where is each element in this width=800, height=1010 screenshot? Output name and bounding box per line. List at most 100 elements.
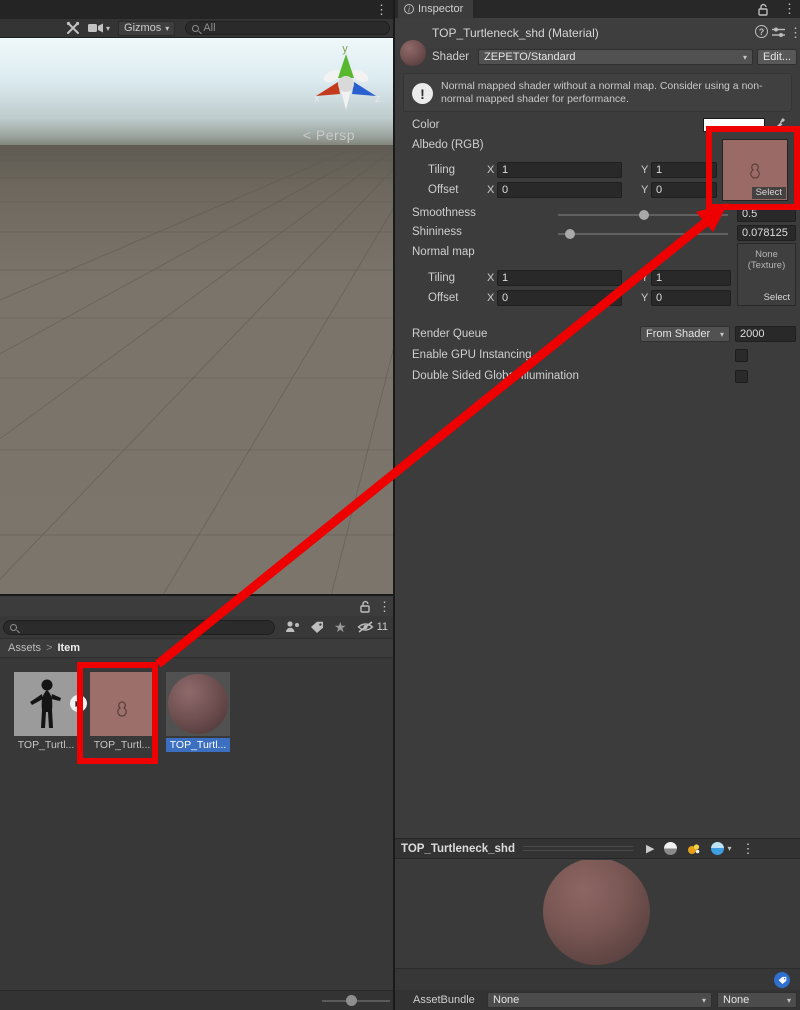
scene-search-text: All: [203, 22, 215, 34]
double-sided-gi-checkbox[interactable]: [735, 370, 748, 383]
asset-label[interactable]: TOP_Turtl...: [14, 738, 78, 752]
persp-toggle[interactable]: < Persp: [303, 127, 355, 143]
render-queue-dropdown[interactable]: From Shader ▾: [640, 326, 730, 342]
hidden-packages-toggle[interactable]: 11: [357, 621, 388, 633]
smoothness-slider-knob[interactable]: [639, 210, 649, 220]
camera-icon[interactable]: ▾: [88, 23, 110, 33]
normal-offset-x-field[interactable]: 0: [497, 290, 622, 306]
shader-value: ZEPETO/Standard: [484, 51, 576, 63]
albedo-tiling-x-field[interactable]: 1: [497, 162, 622, 178]
gizmos-dropdown-arrow: ▾: [165, 24, 169, 33]
normal-map-label: Normal map: [412, 246, 475, 258]
normal-tiling-x-field[interactable]: 1: [497, 270, 622, 286]
warning-text: Normal mapped shader without a normal ma…: [441, 80, 771, 106]
svg-text:z: z: [375, 93, 381, 105]
help-icon[interactable]: ?: [755, 25, 768, 38]
project-asset-grid[interactable]: ▶ TOP_Turtl... TOP_Turtl... TOP_Turtl...: [0, 658, 393, 990]
asset-thumbnail-material[interactable]: [166, 672, 230, 736]
shininess-label: Shininess: [412, 226, 462, 238]
shininess-value-field[interactable]: 0.078125: [737, 225, 796, 241]
preview-play-icon[interactable]: ▶: [646, 842, 654, 855]
breadcrumb-root[interactable]: Assets: [8, 642, 41, 654]
favorites-star-icon[interactable]: ★: [334, 620, 347, 634]
normal-select-button[interactable]: Select: [760, 292, 794, 304]
scene-search-input[interactable]: All: [185, 21, 390, 35]
preview-kebab-menu-icon[interactable]: ⋮: [741, 842, 754, 855]
material-header: TOP_Turtleneck_shd (Material) ? ⋮: [395, 18, 800, 48]
material-title: TOP_Turtleneck_shd (Material): [432, 26, 599, 40]
label-tag-icon[interactable]: [774, 972, 790, 988]
scene-tab-bar: ⋮: [0, 0, 393, 19]
preview-env-dropdown-arrow: ▾: [727, 844, 731, 853]
inspector-tab-label: Inspector: [418, 3, 463, 15]
scene-orientation-gizmo[interactable]: y x z: [308, 40, 384, 126]
normal-offset-y-field[interactable]: 0: [651, 290, 731, 306]
presets-icon[interactable]: [772, 27, 785, 38]
asset-label-bar: [395, 968, 800, 990]
hidden-count: 11: [377, 621, 388, 633]
project-search-row: ★ 11: [0, 616, 393, 638]
y-axis-label: Y: [641, 272, 648, 284]
thumbnail-size-slider[interactable]: [346, 995, 357, 1006]
gizmos-dropdown[interactable]: Gizmos ▾: [118, 21, 175, 36]
material-kebab-menu-icon[interactable]: ⋮: [789, 26, 800, 39]
inspector-kebab-menu-icon[interactable]: ⋮: [783, 2, 796, 15]
material-preview-area[interactable]: [395, 860, 800, 968]
tools-icon[interactable]: [66, 21, 80, 35]
gpu-instancing-checkbox[interactable]: [735, 349, 748, 362]
render-queue-label: Render Queue: [412, 328, 487, 340]
scene-kebab-menu-icon[interactable]: ⋮: [375, 3, 388, 16]
lock-icon[interactable]: [359, 600, 371, 613]
material-preview-header[interactable]: TOP_Turtleneck_shd ▶ ▾ ⋮: [395, 838, 800, 859]
color-label: Color: [412, 119, 439, 131]
y-axis-label: Y: [641, 164, 648, 176]
albedo-offset-x-field[interactable]: 0: [497, 182, 622, 198]
shininess-slider-knob[interactable]: [565, 229, 575, 239]
lock-icon[interactable]: [757, 3, 769, 16]
inspector-tab-bar: i Inspector ⋮: [395, 0, 800, 18]
normal-map-texture-slot[interactable]: None (Texture) Select: [737, 243, 796, 306]
persp-arrow-icon: <: [303, 127, 312, 143]
asset-bundle-variant-dropdown[interactable]: None ▾: [717, 992, 797, 1008]
shininess-slider-track[interactable]: [558, 233, 728, 235]
preview-drag-handle[interactable]: [523, 846, 633, 851]
shader-dropdown-arrow: ▾: [743, 53, 747, 62]
project-search-input[interactable]: [3, 620, 275, 635]
edit-shader-button[interactable]: Edit...: [757, 49, 797, 65]
warning-icon: !: [412, 83, 433, 104]
shader-label: Shader: [432, 51, 469, 63]
asset-bundle-row: AssetBundle None ▾ None ▾: [395, 990, 800, 1010]
asset-bundle-dropdown[interactable]: None ▾: [487, 992, 712, 1008]
svg-text:y: y: [342, 43, 348, 55]
project-kebab-menu-icon[interactable]: ⋮: [378, 600, 391, 613]
scene-view[interactable]: y x z < Persp: [0, 38, 393, 595]
breadcrumb-current[interactable]: Item: [57, 642, 80, 654]
asset-bundle-label: AssetBundle: [413, 994, 475, 1006]
preview-lighting-icon[interactable]: [687, 842, 701, 856]
project-header-bar: ⋮: [0, 595, 393, 616]
render-queue-value-field[interactable]: 2000: [735, 326, 796, 342]
x-axis-label: X: [487, 184, 494, 196]
asset-label-selected[interactable]: TOP_Turtl...: [166, 738, 230, 752]
shader-row: Shader ZEPETO/Standard ▾ Edit...: [395, 48, 800, 66]
search-icon: [192, 25, 199, 32]
preview-environment-icon[interactable]: ▾: [711, 842, 731, 855]
normal-none-line2: (Texture): [738, 260, 795, 271]
normal-tiling-y-field[interactable]: 1: [651, 270, 731, 286]
albedo-label: Albedo (RGB): [412, 139, 484, 151]
tiling-label: Tiling: [428, 272, 455, 284]
tab-inspector[interactable]: i Inspector: [398, 0, 473, 18]
render-queue-dropdown-arrow: ▾: [720, 330, 724, 339]
search-by-type-icon[interactable]: [285, 620, 300, 634]
svg-text:x: x: [314, 93, 320, 105]
search-icon: [10, 624, 17, 631]
search-by-label-icon[interactable]: [310, 621, 324, 634]
annotation-box-albedo: [706, 126, 800, 210]
preview-shape-icon[interactable]: [664, 842, 677, 855]
shader-dropdown[interactable]: ZEPETO/Standard ▾: [478, 49, 753, 65]
camera-dropdown-arrow[interactable]: ▾: [106, 24, 110, 33]
asset-bundle-dropdown-arrow: ▾: [702, 996, 706, 1005]
unity-editor-window: ⋮ ▾ Gizmos ▾ All: [0, 0, 800, 1010]
edit-button-label: Edit...: [763, 51, 791, 63]
asset-thumbnail-fbx[interactable]: ▶: [14, 672, 78, 736]
